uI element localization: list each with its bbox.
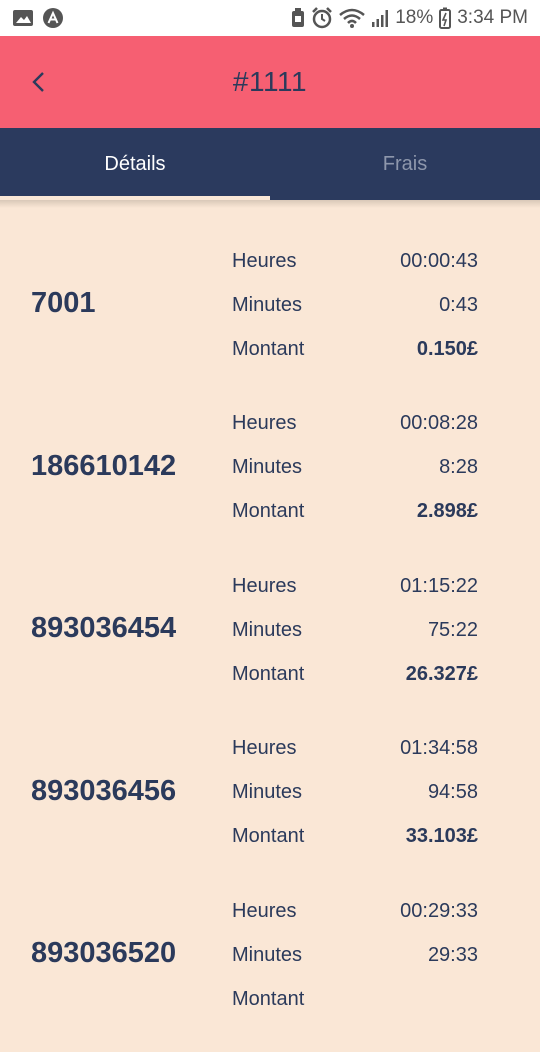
amount-row: Montant 26.327£ xyxy=(232,652,478,696)
amount-row: Montant 0.150£ xyxy=(232,327,478,371)
minutes-row: Minutes 0:43 xyxy=(232,283,478,327)
status-bar: 18% 3:34 PM xyxy=(0,0,540,36)
minutes-row: Minutes 75:22 xyxy=(232,608,478,652)
minutes-label: Minutes xyxy=(232,781,303,803)
hours-value: 00:00:43 xyxy=(400,249,478,272)
wifi-icon xyxy=(339,8,366,28)
amount-label: Montant xyxy=(232,500,305,522)
minutes-row: Minutes 29:33 xyxy=(232,933,478,977)
hours-row: Heures 01:15:22 xyxy=(232,564,478,608)
battery-saver-icon xyxy=(291,8,305,28)
amount-label: Montant xyxy=(232,825,305,847)
minutes-value: 8:28 xyxy=(439,456,478,478)
amount-label: Montant xyxy=(232,987,305,1010)
minutes-value: 0:43 xyxy=(439,293,478,316)
battery-percent: 18% xyxy=(395,7,434,28)
amount-row: Montant 2.898£ xyxy=(232,490,478,534)
amount-row: Montant xyxy=(232,977,478,1021)
hours-label: Heures xyxy=(232,737,297,759)
list-item[interactable]: 7001 Heures 00:00:43 Minutes 0:43 Montant 0… xyxy=(0,239,540,402)
record-id: 893036520 xyxy=(31,937,177,969)
tab-fees-label: Frais xyxy=(382,152,428,175)
tab-bar: Détails Frais xyxy=(0,128,540,200)
hours-value: 00:08:28 xyxy=(400,412,478,434)
minutes-label: Minutes xyxy=(232,618,303,641)
alarm-icon xyxy=(311,7,333,29)
list-item[interactable]: 893036454 Heures 01:15:22 Minutes 75:22 Mo… xyxy=(0,564,540,727)
list-item[interactable]: 893036520 Heures 00:29:33 Minutes 29:33 Mo… xyxy=(0,889,540,1052)
hours-value: 01:34:58 xyxy=(400,737,478,759)
amount-value: 33.103£ xyxy=(405,825,478,847)
app-bar: #1111 xyxy=(0,36,540,128)
amount-value: 0.150£ xyxy=(416,337,478,360)
hours-row: Heures 00:08:28 xyxy=(232,402,478,446)
minutes-value: 75:22 xyxy=(427,618,478,641)
tab-fees[interactable]: Frais xyxy=(270,128,540,200)
amount-label: Montant xyxy=(232,662,305,685)
record-id: 893036456 xyxy=(31,774,177,807)
amount-row: Montant 33.103£ xyxy=(232,815,478,859)
hours-label: Heures xyxy=(232,574,297,597)
status-left xyxy=(12,7,64,29)
amount-value: 26.327£ xyxy=(405,662,478,685)
hours-row: Heures 00:00:43 xyxy=(232,239,478,283)
minutes-value: 94:58 xyxy=(427,781,478,803)
minutes-value: 29:33 xyxy=(427,943,478,966)
minutes-label: Minutes xyxy=(232,456,303,478)
status-right: 18% 3:34 PM xyxy=(291,7,528,29)
minutes-label: Minutes xyxy=(232,293,303,316)
image-icon xyxy=(12,8,34,28)
minutes-row: Minutes 94:58 xyxy=(232,771,478,815)
records-list: 7001 Heures 00:00:43 Minutes 0:43 Montant 0… xyxy=(0,239,540,1052)
signal-icon xyxy=(371,8,389,28)
chevron-left-icon xyxy=(32,72,44,92)
status-time: 3:34 PM xyxy=(457,7,528,28)
app-icon xyxy=(42,7,64,29)
hours-value: 01:15:22 xyxy=(400,574,478,597)
hours-label: Heures xyxy=(232,899,297,922)
amount-label: Montant xyxy=(232,337,305,360)
hours-row: Heures 01:34:58 xyxy=(232,727,478,771)
hours-value: 00:29:33 xyxy=(400,899,478,922)
page-title: #1111 xyxy=(232,66,308,97)
hours-label: Heures xyxy=(232,249,297,272)
list-item[interactable]: 186610142 Heures 00:08:28 Minutes 8:28 Mon… xyxy=(0,402,540,565)
hours-label: Heures xyxy=(232,412,297,434)
hours-row: Heures 00:29:33 xyxy=(232,889,478,933)
record-id: 7001 xyxy=(31,287,96,319)
minutes-label: Minutes xyxy=(232,943,303,966)
amount-value: 2.898£ xyxy=(416,500,478,522)
tab-details-label: Détails xyxy=(104,152,166,175)
record-id: 186610142 xyxy=(31,449,177,482)
minutes-row: Minutes 8:28 xyxy=(232,446,478,490)
list-item[interactable]: 893036456 Heures 01:34:58 Minutes 94:58 Mo… xyxy=(0,727,540,890)
tab-details[interactable]: Détails xyxy=(0,128,270,200)
record-id: 893036454 xyxy=(31,612,177,644)
back-button[interactable] xyxy=(22,66,54,98)
tab-shadow xyxy=(0,200,540,208)
battery-icon xyxy=(439,7,452,29)
